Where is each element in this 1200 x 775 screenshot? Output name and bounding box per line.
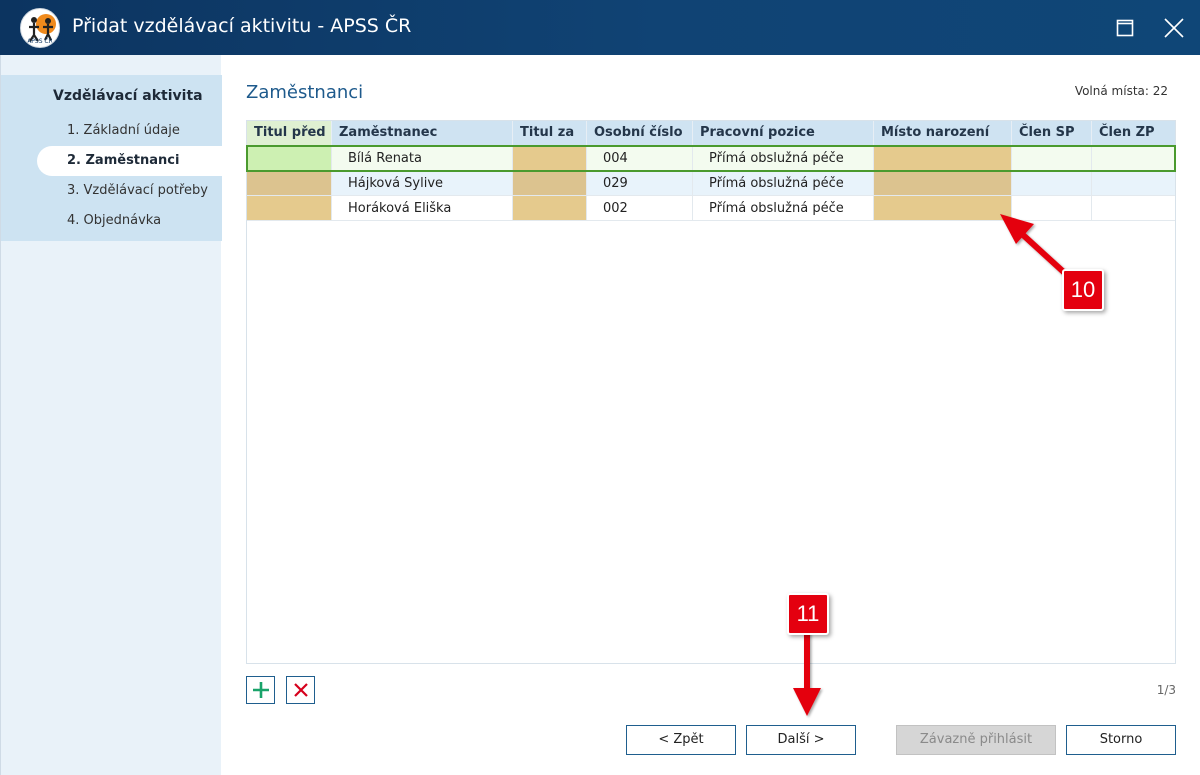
cell-misto-narozeni[interactable] <box>874 171 1012 196</box>
cell-zamestnanec[interactable]: Bílá Renata <box>332 146 513 171</box>
close-icon <box>1164 18 1184 38</box>
cell-misto-narozeni[interactable] <box>874 196 1012 221</box>
submit-button[interactable]: Závazně přihlásit <box>896 725 1056 755</box>
cell-pracovni-pozice[interactable]: Přímá obslužná péče <box>693 146 874 171</box>
table-row[interactable]: Hájková Sylive 029 Přímá obslužná péče <box>247 171 1175 196</box>
employees-table: Titul před Zaměstnanec Titul za Osobní č… <box>246 120 1176 664</box>
logo-text: APSS ČR <box>27 38 53 45</box>
maximize-button[interactable] <box>1107 10 1143 46</box>
cell-titul-za[interactable] <box>513 171 587 196</box>
cell-titul-pred[interactable] <box>247 171 332 196</box>
col-header-titul-pred[interactable]: Titul před <box>247 121 332 145</box>
add-row-button[interactable] <box>246 676 275 704</box>
cell-pracovni-pozice[interactable]: Přímá obslužná péče <box>693 171 874 196</box>
cell-clen-zp[interactable] <box>1092 196 1175 221</box>
cancel-button[interactable]: Storno <box>1066 725 1176 755</box>
plus-icon <box>252 682 269 698</box>
maximize-icon <box>1116 19 1134 37</box>
cell-titul-pred[interactable] <box>247 196 332 221</box>
cell-misto-narozeni[interactable] <box>874 146 1012 171</box>
next-button[interactable]: Další > <box>746 725 856 755</box>
col-header-osobni-cislo[interactable]: Osobní číslo <box>587 121 693 145</box>
table-row[interactable]: Horáková Eliška 002 Přímá obslužná péče <box>247 196 1175 221</box>
table-header: Titul před Zaměstnanec Titul za Osobní č… <box>247 121 1175 145</box>
cell-clen-sp[interactable] <box>1012 196 1092 221</box>
cell-osobni-cislo[interactable]: 029 <box>587 171 693 196</box>
col-header-clen-sp[interactable]: Člen SP <box>1012 121 1092 145</box>
back-button[interactable]: < Zpět <box>626 725 736 755</box>
x-icon <box>293 683 308 697</box>
col-header-zamestnanec[interactable]: Zaměstnanec <box>332 121 513 145</box>
cell-clen-sp[interactable] <box>1012 171 1092 196</box>
cell-osobni-cislo[interactable]: 002 <box>587 196 693 221</box>
cell-clen-zp[interactable] <box>1092 171 1175 196</box>
callout-badge-10: 10 <box>1062 269 1104 311</box>
cell-titul-pred[interactable] <box>247 146 332 171</box>
col-header-pracovni-pozice[interactable]: Pracovní pozice <box>693 121 874 145</box>
cell-pracovni-pozice[interactable]: Přímá obslužná péče <box>693 196 874 221</box>
cell-clen-sp[interactable] <box>1012 146 1092 171</box>
step-education-needs[interactable]: 3. Vzdělávací potřeby <box>67 183 208 198</box>
title-bar: APSS ČR Přidat vzdělávací aktivitu - APS… <box>0 0 1200 55</box>
col-header-misto-narozeni[interactable]: Místo narození <box>874 121 1012 145</box>
cell-zamestnanec[interactable]: Horáková Eliška <box>332 196 513 221</box>
step-employees[interactable]: 2. Zaměstnanci <box>37 146 222 176</box>
step-order[interactable]: 4. Objednávka <box>67 213 161 228</box>
table-row[interactable]: Bílá Renata 004 Přímá obslužná péče <box>247 146 1175 171</box>
cell-zamestnanec[interactable]: Hájková Sylive <box>332 171 513 196</box>
page-title: Zaměstnanci <box>246 82 364 103</box>
cell-titul-za[interactable] <box>513 196 587 221</box>
col-header-clen-zp[interactable]: Člen ZP <box>1092 121 1175 145</box>
cell-osobni-cislo[interactable]: 004 <box>587 146 693 171</box>
apss-logo: APSS ČR <box>20 8 60 48</box>
free-seats-label: Volná místa: 22 <box>1074 84 1168 98</box>
page-indicator: 1/3 <box>1156 683 1176 697</box>
step-basic-info[interactable]: 1. Základní údaje <box>67 123 180 138</box>
callout-badge-11: 11 <box>787 593 829 635</box>
cell-titul-za[interactable] <box>513 146 587 171</box>
close-button[interactable] <box>1156 10 1192 46</box>
cell-clen-zp[interactable] <box>1092 146 1175 171</box>
wizard-steps-panel: Vzdělávací aktivita 1. Základní údaje 2.… <box>1 75 222 241</box>
remove-row-button[interactable] <box>286 676 315 704</box>
wizard-sidebar: Vzdělávací aktivita 1. Základní údaje 2.… <box>0 55 222 775</box>
col-header-titul-za[interactable]: Titul za <box>513 121 587 145</box>
wizard-heading: Vzdělávací aktivita <box>53 88 203 104</box>
window-title: Přidat vzdělávací aktivitu - APSS ČR <box>72 15 412 37</box>
